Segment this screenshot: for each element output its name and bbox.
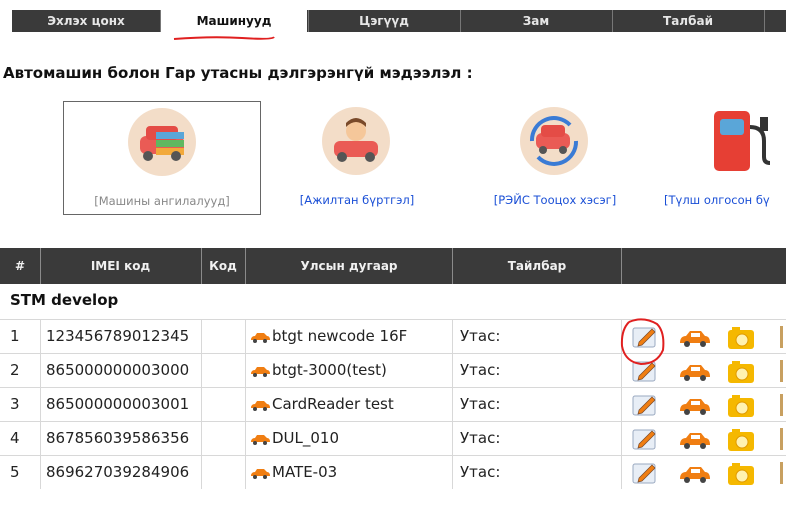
row-plate-text: DUL_010: [272, 429, 340, 447]
tab-points[interactable]: Цэгүүд: [309, 10, 459, 32]
camera-icon[interactable]: [726, 394, 756, 418]
extra-action-edge: [780, 394, 783, 416]
row-note: Утас:: [460, 429, 501, 447]
row-imei: 865000000003001: [46, 395, 190, 413]
card-label-trip-calculation: [РЭЙС Тооцох хэсэг]: [493, 193, 617, 207]
tab-home[interactable]: Эхлэх цонх: [12, 10, 160, 32]
camera-icon[interactable]: [726, 360, 756, 384]
col-plate: Улсын дугаар: [300, 259, 398, 273]
camera-icon[interactable]: [726, 462, 756, 486]
car-icon: [251, 434, 270, 445]
extra-action-edge: [780, 326, 783, 348]
row-imei: 867856039586356: [46, 429, 190, 447]
row-plate-text: btgt-3000(test): [272, 361, 387, 379]
extra-action-edge: [780, 428, 783, 450]
nav-bar: Эхлэх цонх Машинууд Цэгүүд Зам Талбай: [12, 9, 786, 33]
extra-action-edge: [780, 360, 783, 382]
car-classes-icon: [128, 108, 196, 176]
card-label-driver-registry: [Ажилтан бүртгэл]: [299, 193, 415, 207]
row-note: Утас:: [460, 327, 501, 345]
page-title: Автомашин болон Гар утасны дэлгэрэнгүй м…: [3, 64, 473, 82]
fuel-pump-icon: [714, 111, 771, 171]
col-actions: [622, 248, 786, 284]
top-navigation: Эхлэх цонх Машинууд Цэгүүд Зам Талбай: [0, 0, 786, 40]
row-number: 3: [10, 395, 20, 413]
car-icon[interactable]: [678, 464, 712, 484]
row-imei: 865000000003000: [46, 361, 190, 379]
group-name: STM develop: [10, 291, 119, 309]
driver-icon: [322, 107, 390, 175]
row-note: Утас:: [460, 395, 501, 413]
row-note: Утас:: [460, 463, 501, 481]
camera-icon[interactable]: [726, 428, 756, 452]
card-driver-registry[interactable]: [Ажилтан бүртгэл]: [286, 101, 428, 215]
red-circle-annotation: [620, 318, 665, 366]
tab-roads[interactable]: Зам: [461, 10, 611, 32]
car-icon: [251, 468, 270, 479]
camera-icon[interactable]: [726, 326, 756, 350]
car-icon[interactable]: [678, 328, 712, 348]
table-row: 1 123456789012345 btgt newcode 16F Утас:: [0, 319, 786, 353]
col-number: #: [14, 259, 26, 273]
red-underline-annotation: [173, 36, 275, 40]
car-icon: [251, 366, 270, 377]
table-row: 3 865000000003001 CardReader test Утас:: [0, 387, 786, 421]
row-imei: 869627039284906: [46, 463, 190, 481]
tab-cars[interactable]: Машинууд: [161, 9, 307, 33]
car-icon[interactable]: [678, 430, 712, 450]
row-number: 5: [10, 463, 20, 481]
row-plate[interactable]: btgt-3000(test): [249, 354, 387, 387]
row-number: 2: [10, 361, 20, 379]
col-code: Код: [209, 259, 237, 273]
row-note: Утас:: [460, 361, 501, 379]
car-icon: [251, 400, 270, 411]
table-row: 4 867856039586356 DUL_010 Утас:: [0, 421, 786, 455]
row-imei: 123456789012345: [46, 327, 190, 345]
row-plate[interactable]: DUL_010: [249, 422, 339, 455]
car-cycle-icon: [520, 107, 588, 175]
row-number: 4: [10, 429, 20, 447]
tab-areas[interactable]: Талбай: [613, 10, 763, 32]
table-row: 5 869627039284906 MATE-03 Утас:: [0, 455, 786, 489]
col-imei: IMEI код: [90, 259, 151, 273]
col-note: Тайлбар: [507, 259, 567, 273]
edit-icon[interactable]: [630, 392, 660, 418]
car-icon[interactable]: [678, 396, 712, 416]
car-icon: [251, 332, 270, 343]
row-plate-text: MATE-03: [272, 463, 338, 481]
row-plate[interactable]: CardReader test: [249, 388, 394, 421]
row-number: 1: [10, 327, 20, 345]
edit-icon[interactable]: [630, 460, 660, 486]
row-plate[interactable]: btgt newcode 16F: [249, 320, 407, 353]
card-car-classes[interactable]: [Машины ангилалууд]: [63, 101, 261, 215]
table-row: 2 865000000003000 btgt-3000(test) Утас:: [0, 353, 786, 387]
car-icon[interactable]: [678, 362, 712, 382]
edit-icon[interactable]: [630, 426, 660, 452]
table-header: # IMEI код Код Улсын дугаар Тайлбар: [0, 248, 786, 284]
extra-action-edge: [780, 462, 783, 484]
row-plate[interactable]: MATE-03: [249, 456, 337, 489]
card-label-car-classes: [Машины ангилалууд]: [94, 194, 230, 208]
card-fuel-issued[interactable]: [Түлш олгосон бү: [664, 101, 786, 215]
card-label-fuel-issued: [Түлш олгосон бү: [664, 193, 770, 207]
row-plate-text: CardReader test: [272, 395, 394, 413]
card-trip-calculation[interactable]: [РЭЙС Тооцох хэсэг]: [480, 101, 630, 215]
row-plate-text: btgt newcode 16F: [272, 327, 408, 345]
